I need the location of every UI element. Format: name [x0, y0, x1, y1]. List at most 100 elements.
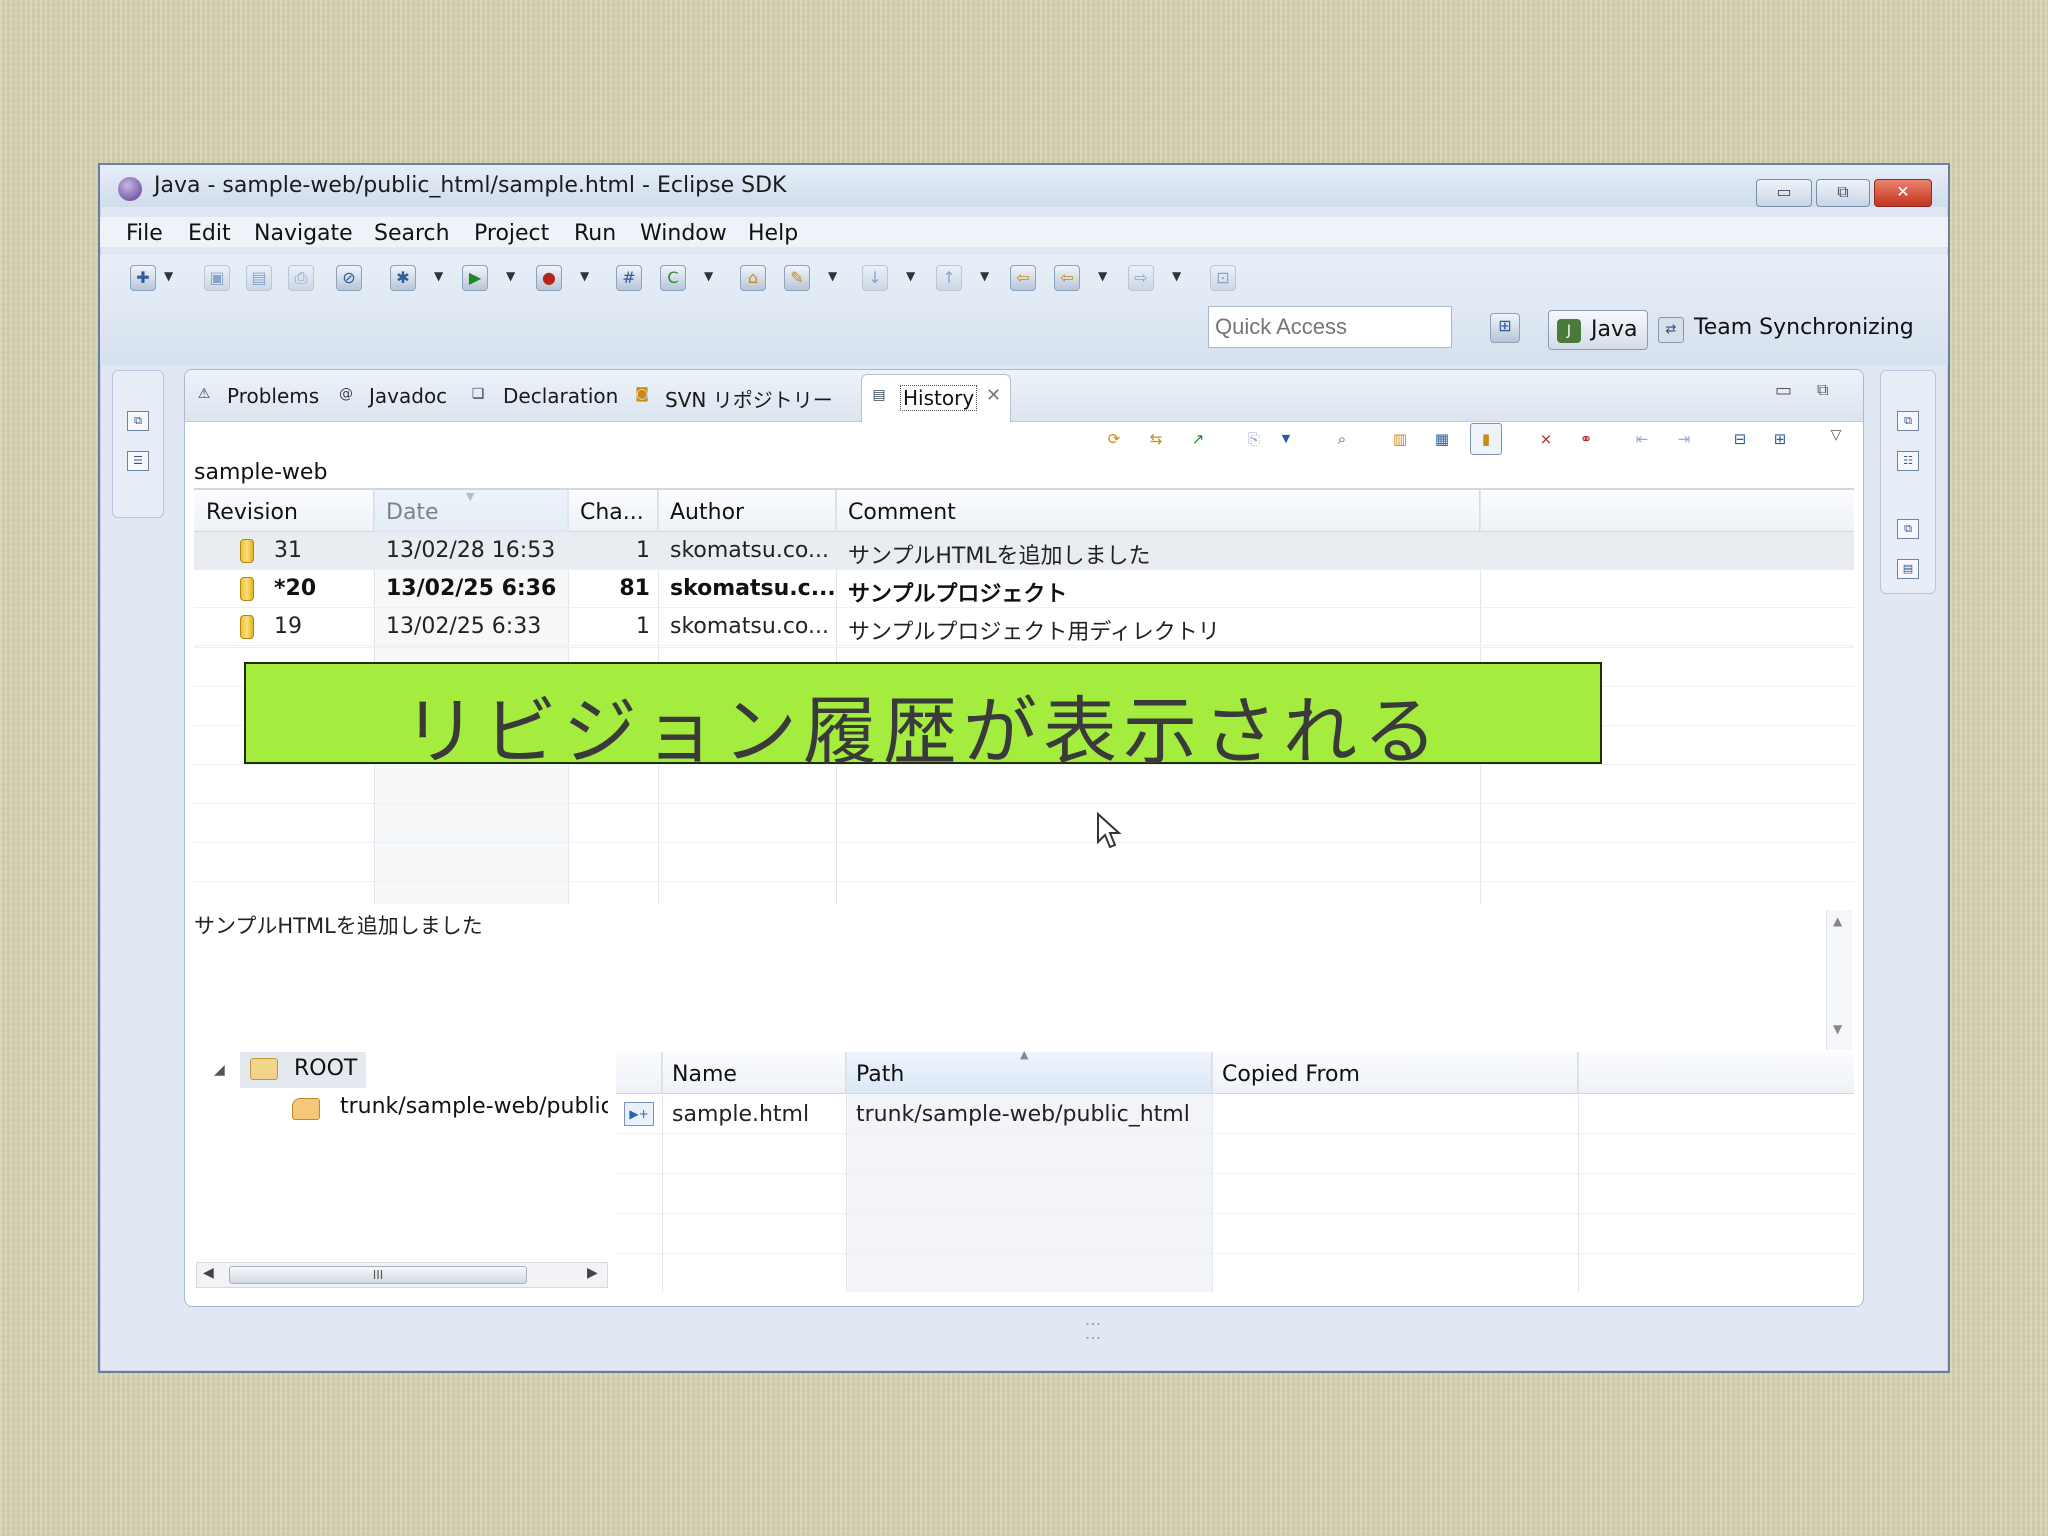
package-explorer-icon[interactable]: ☰: [127, 451, 149, 471]
minimize-button[interactable]: ▭: [1756, 179, 1812, 207]
revision-icon: [240, 615, 254, 639]
search-history-icon[interactable]: ⌕: [1330, 427, 1354, 451]
search-dropdown-icon[interactable]: ▼: [828, 269, 837, 283]
layout-icon[interactable]: ⊞: [1768, 427, 1792, 451]
last-edit-icon[interactable]: ⇦: [1010, 265, 1036, 291]
refresh-icon[interactable]: ⟳: [1102, 427, 1126, 451]
tab-javadoc[interactable]: Javadoc: [369, 384, 447, 408]
forward-icon[interactable]: ⇨: [1128, 265, 1154, 291]
collapse-all-icon[interactable]: ⊟: [1728, 427, 1752, 451]
new-dropdown-icon[interactable]: ▼: [164, 269, 173, 283]
open-type-icon[interactable]: ⌂: [740, 265, 766, 291]
column-header-copied-from[interactable]: Copied From: [1212, 1052, 1578, 1094]
scroll-right-icon[interactable]: ▶: [587, 1265, 598, 1281]
tree-expand-icon[interactable]: ◢: [214, 1062, 225, 1078]
scroll-thumb[interactable]: III: [229, 1266, 527, 1284]
search-tool-icon[interactable]: ✎: [784, 265, 810, 291]
link-with-editor-icon[interactable]: ⇆: [1144, 427, 1168, 451]
tree-horizontal-scrollbar[interactable]: ◀ III ▶: [196, 1262, 608, 1288]
external-tools-dropdown-icon[interactable]: ▼: [580, 269, 589, 283]
scroll-down-icon[interactable]: ▼: [1833, 1022, 1842, 1036]
title-bar[interactable]: Java - sample-web/public_html/sample.htm…: [100, 165, 1948, 207]
pin-history-icon[interactable]: ↗: [1186, 427, 1210, 451]
tab-history[interactable]: ▤ History ✕: [861, 374, 1011, 422]
view-menu-icon[interactable]: ▽: [1824, 423, 1848, 447]
new-class-icon[interactable]: C: [660, 265, 686, 291]
table-row[interactable]: 31 13/02/28 16:53 1 skomatsu.co... サンプルH…: [194, 532, 1854, 570]
resize-grip-icon[interactable]: ⋮⋮: [1084, 1316, 1103, 1344]
new-java-package-icon[interactable]: #: [616, 265, 642, 291]
back-icon[interactable]: ⇦: [1054, 265, 1080, 291]
restore-icon[interactable]: ⧉: [1897, 411, 1919, 431]
outline-icon[interactable]: ☷: [1897, 451, 1919, 471]
team-sync-perspective-label[interactable]: Team Synchronizing: [1694, 315, 1914, 340]
java-perspective-button[interactable]: J Java: [1548, 310, 1648, 350]
close-button[interactable]: ✕: [1874, 179, 1932, 207]
next-page-icon[interactable]: ⇥: [1672, 427, 1696, 451]
menu-search[interactable]: Search: [374, 221, 450, 246]
compare-dropdown-icon[interactable]: ▼: [1274, 427, 1298, 451]
forward-dropdown-icon[interactable]: ▼: [1172, 269, 1181, 283]
menu-navigate[interactable]: Navigate: [254, 221, 353, 246]
tree-root-item[interactable]: ROOT: [240, 1052, 366, 1088]
debug-icon[interactable]: ✱: [390, 265, 416, 291]
column-header-revision[interactable]: Revision: [194, 490, 374, 532]
restore-icon[interactable]: ⧉: [1897, 519, 1919, 539]
get-all-icon[interactable]: ⚭: [1574, 427, 1598, 451]
table-row[interactable]: *20 13/02/25 6:36 81 skomatsu.c... サンプルプ…: [194, 570, 1854, 608]
scroll-left-icon[interactable]: ◀: [203, 1265, 214, 1281]
team-sync-icon[interactable]: ⇄: [1658, 317, 1684, 343]
prev-annotation-dropdown-icon[interactable]: ▼: [980, 269, 989, 283]
quick-access-input[interactable]: [1208, 306, 1452, 348]
back-dropdown-icon[interactable]: ▼: [1098, 269, 1107, 283]
maximize-button[interactable]: ⧉: [1816, 179, 1870, 207]
run-icon[interactable]: ▶: [462, 265, 488, 291]
commit-comment-text[interactable]: サンプルHTMLを追加しました: [194, 910, 483, 940]
menu-help[interactable]: Help: [748, 221, 798, 246]
menu-edit[interactable]: Edit: [188, 221, 231, 246]
menu-file[interactable]: File: [126, 221, 163, 246]
minimize-view-icon[interactable]: ▭: [1775, 380, 1792, 401]
menu-project[interactable]: Project: [474, 221, 549, 246]
table-row[interactable]: 19 13/02/25 6:33 1 skomatsu.co... サンプルプロ…: [194, 608, 1854, 646]
print-icon[interactable]: ⎙: [288, 265, 314, 291]
previous-page-icon[interactable]: ⇤: [1630, 427, 1654, 451]
revision-mode-icon[interactable]: ▮: [1470, 423, 1502, 455]
new-icon[interactable]: ✚: [130, 265, 156, 291]
table-row[interactable]: ▶+ sample.html trunk/sample-web/public_h…: [616, 1094, 1854, 1134]
problems-icon: ⚠: [197, 386, 211, 402]
save-icon[interactable]: ▣: [204, 265, 230, 291]
open-perspective-icon[interactable]: ⊞: [1490, 313, 1520, 343]
next-annotation-dropdown-icon[interactable]: ▼: [906, 269, 915, 283]
maximize-view-icon[interactable]: ⧉: [1817, 380, 1828, 400]
pin-editor-icon[interactable]: ⊡: [1210, 265, 1236, 291]
column-header-name[interactable]: Name: [662, 1052, 846, 1094]
menu-run[interactable]: Run: [574, 221, 616, 246]
run-dropdown-icon[interactable]: ▼: [506, 269, 515, 283]
compare-icon[interactable]: ⎘: [1242, 427, 1266, 451]
save-all-icon[interactable]: ▤: [246, 265, 272, 291]
tab-problems[interactable]: Problems: [227, 384, 319, 408]
next-annotation-icon[interactable]: ↓: [862, 265, 888, 291]
comment-scrollbar[interactable]: ▲ ▼: [1826, 910, 1852, 1050]
skip-breakpoints-icon[interactable]: ⊘: [336, 265, 362, 291]
tab-svn-repository[interactable]: SVN リポジトリー: [665, 384, 833, 413]
tree-child-item[interactable]: trunk/sample-web/public_html: [340, 1094, 608, 1119]
external-tools-icon[interactable]: ●: [536, 265, 562, 291]
column-header-changes[interactable]: Cha...: [568, 490, 658, 532]
column-header-author[interactable]: Author: [658, 490, 836, 532]
show-revisions-icon[interactable]: ▥: [1388, 427, 1412, 451]
close-tab-icon[interactable]: ✕: [986, 385, 1001, 406]
clear-filter-icon[interactable]: ⨯: [1534, 427, 1558, 451]
column-header-path[interactable]: Path: [846, 1052, 1212, 1094]
menu-window[interactable]: Window: [640, 221, 727, 246]
task-list-icon[interactable]: ▤: [1897, 559, 1919, 579]
prev-annotation-icon[interactable]: ↑: [936, 265, 962, 291]
table-layout-icon[interactable]: ▦: [1430, 427, 1454, 451]
new-class-dropdown-icon[interactable]: ▼: [704, 269, 713, 283]
scroll-up-icon[interactable]: ▲: [1833, 914, 1842, 928]
column-header-comment[interactable]: Comment: [836, 490, 1480, 532]
debug-dropdown-icon[interactable]: ▼: [434, 269, 443, 283]
restore-icon[interactable]: ⧉: [127, 411, 149, 431]
tab-declaration[interactable]: Declaration: [503, 384, 618, 408]
